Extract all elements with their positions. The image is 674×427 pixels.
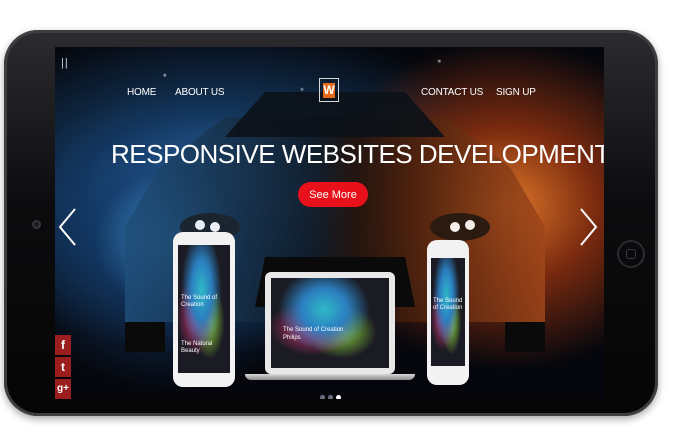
laptop-mockup: The Sound of Creation Philips <box>265 272 395 374</box>
nav-about-us[interactable]: ABOUT US <box>175 87 225 98</box>
tablet-caption-1: The Sound of Creation <box>181 295 218 308</box>
phone-caption: The Sound of Creation <box>433 298 463 311</box>
phone-mockup-screen: The Sound of Creation <box>431 258 465 366</box>
carousel-dots <box>320 387 344 399</box>
home-button[interactable] <box>617 240 645 268</box>
carousel-dot-2[interactable] <box>328 395 333 399</box>
twitter-icon[interactable]: t <box>55 357 71 377</box>
laptop-base <box>245 374 415 380</box>
menu-icon[interactable]: || <box>61 57 69 69</box>
tablet-caption-2: The Natural Beauty <box>181 341 213 354</box>
nav-contact-us[interactable]: CONTACT US <box>421 87 483 98</box>
carousel-dot-1[interactable] <box>320 395 325 399</box>
nav-sign-up[interactable]: SIGN UP <box>496 87 536 98</box>
hero-headline: RESPONSIVE WEBSITES DEVELOPMENT <box>111 139 604 169</box>
logo-letter: W <box>323 82 335 98</box>
tablet-mockup: The Sound of Creation The Natural Beauty <box>173 232 235 387</box>
camera-icon <box>32 220 41 229</box>
website-screen: || HOME ABOUT US CONTACT US SIGN UP W RE… <box>55 47 604 399</box>
carousel-dot-3[interactable] <box>336 395 341 399</box>
laptop-caption-1: The Sound of Creation <box>283 327 344 333</box>
logo-icon[interactable]: W <box>319 78 339 102</box>
google-plus-icon[interactable]: g+ <box>55 379 71 399</box>
laptop-mockup-screen: The Sound of Creation Philips <box>271 278 389 368</box>
facebook-icon[interactable]: f <box>55 335 71 355</box>
phone-mockup: The Sound of Creation <box>427 240 469 385</box>
see-more-button[interactable]: See More <box>298 182 368 207</box>
chevron-right-icon[interactable] <box>577 207 599 247</box>
chevron-left-icon[interactable] <box>57 207 79 247</box>
nav-home[interactable]: HOME <box>127 87 156 98</box>
laptop-caption-2: Philips <box>283 335 301 341</box>
tablet-mockup-screen: The Sound of Creation The Natural Beauty <box>178 245 230 373</box>
